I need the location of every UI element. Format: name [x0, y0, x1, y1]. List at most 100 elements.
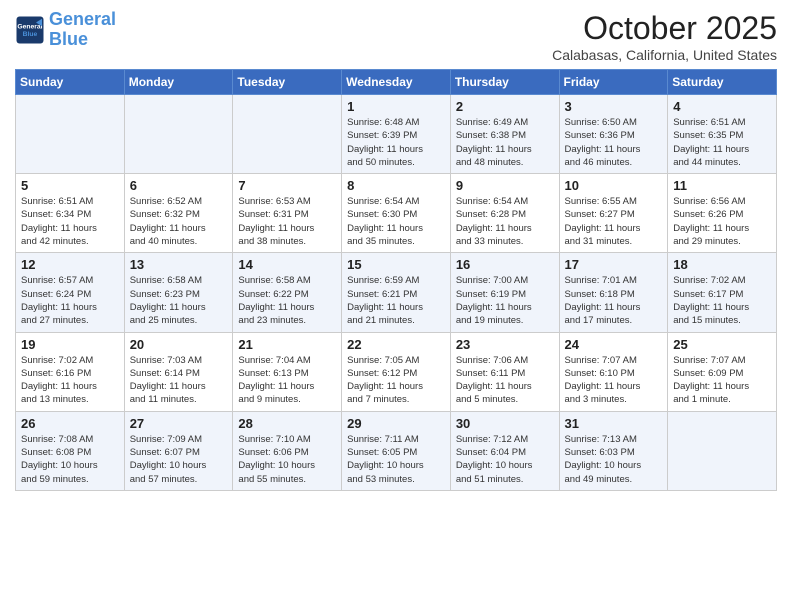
- day-info: Sunrise: 6:55 AM Sunset: 6:27 PM Dayligh…: [565, 195, 663, 248]
- table-row: 17 Sunrise: 7:01 AM Sunset: 6:18 PM Dayli…: [559, 253, 668, 332]
- table-row: 20 Sunrise: 7:03 AM Sunset: 6:14 PM Dayli…: [124, 332, 233, 411]
- table-row: 28 Sunrise: 7:10 AM Sunset: 6:06 PM Dayli…: [233, 411, 342, 490]
- table-row: 4Sunrise: 6:51 AM Sunset: 6:35 PM Daylig…: [668, 95, 777, 174]
- day-number: 1: [347, 99, 445, 114]
- logo-text: General Blue: [49, 10, 116, 50]
- day-info: Sunrise: 7:10 AM Sunset: 6:06 PM Dayligh…: [238, 433, 336, 486]
- day-number: 13: [130, 257, 228, 272]
- table-row: [124, 95, 233, 174]
- table-row: 16Sunrise: 7:00 AM Sunset: 6:19 PM Dayli…: [450, 253, 559, 332]
- day-number: 5: [21, 178, 119, 193]
- col-wednesday: Wednesday: [342, 70, 451, 95]
- day-number: 15: [347, 257, 445, 272]
- month-title: October 2025: [552, 10, 777, 47]
- table-row: 26Sunrise: 7:08 AM Sunset: 6:08 PM Dayli…: [16, 411, 125, 490]
- table-row: 30Sunrise: 7:12 AM Sunset: 6:04 PM Dayli…: [450, 411, 559, 490]
- day-number: 6: [130, 178, 228, 193]
- table-row: 3 Sunrise: 6:50 AM Sunset: 6:36 PM Daylig…: [559, 95, 668, 174]
- day-number: 28: [238, 416, 336, 431]
- day-info: Sunrise: 7:02 AM Sunset: 6:16 PM Dayligh…: [21, 354, 119, 407]
- calendar-week-row: 1 Sunrise: 6:48 AM Sunset: 6:39 PM Daylig…: [16, 95, 777, 174]
- table-row: 15 Sunrise: 6:59 AM Sunset: 6:21 PM Dayli…: [342, 253, 451, 332]
- day-info: Sunrise: 7:08 AM Sunset: 6:08 PM Dayligh…: [21, 433, 119, 486]
- table-row: 8 Sunrise: 6:54 AM Sunset: 6:30 PM Daylig…: [342, 174, 451, 253]
- day-number: 29: [347, 416, 445, 431]
- table-row: [668, 411, 777, 490]
- table-row: 6 Sunrise: 6:52 AM Sunset: 6:32 PM Daylig…: [124, 174, 233, 253]
- logo: General Blue General Blue: [15, 10, 116, 50]
- table-row: 24Sunrise: 7:07 AM Sunset: 6:10 PM Dayli…: [559, 332, 668, 411]
- day-number: 31: [565, 416, 663, 431]
- day-info: Sunrise: 6:51 AM Sunset: 6:34 PM Dayligh…: [21, 195, 119, 248]
- day-info: Sunrise: 6:49 AM Sunset: 6:38 PM Dayligh…: [456, 116, 554, 169]
- day-info: Sunrise: 6:58 AM Sunset: 6:22 PM Dayligh…: [238, 274, 336, 327]
- svg-text:General: General: [17, 23, 42, 30]
- table-row: 19 Sunrise: 7:02 AM Sunset: 6:16 PM Dayli…: [16, 332, 125, 411]
- day-info: Sunrise: 6:48 AM Sunset: 6:39 PM Dayligh…: [347, 116, 445, 169]
- day-number: 4: [673, 99, 771, 114]
- day-info: Sunrise: 7:07 AM Sunset: 6:09 PM Dayligh…: [673, 354, 771, 407]
- day-info: Sunrise: 7:02 AM Sunset: 6:17 PM Dayligh…: [673, 274, 771, 327]
- day-info: Sunrise: 6:50 AM Sunset: 6:36 PM Dayligh…: [565, 116, 663, 169]
- day-number: 22: [347, 337, 445, 352]
- svg-text:Blue: Blue: [23, 31, 38, 38]
- day-info: Sunrise: 6:57 AM Sunset: 6:24 PM Dayligh…: [21, 274, 119, 327]
- col-monday: Monday: [124, 70, 233, 95]
- day-number: 17: [565, 257, 663, 272]
- location: Calabasas, California, United States: [552, 47, 777, 63]
- day-number: 16: [456, 257, 554, 272]
- col-thursday: Thursday: [450, 70, 559, 95]
- calendar-week-row: 26Sunrise: 7:08 AM Sunset: 6:08 PM Dayli…: [16, 411, 777, 490]
- table-row: 21Sunrise: 7:04 AM Sunset: 6:13 PM Dayli…: [233, 332, 342, 411]
- day-number: 3: [565, 99, 663, 114]
- day-info: Sunrise: 7:04 AM Sunset: 6:13 PM Dayligh…: [238, 354, 336, 407]
- day-info: Sunrise: 6:54 AM Sunset: 6:30 PM Dayligh…: [347, 195, 445, 248]
- col-saturday: Saturday: [668, 70, 777, 95]
- table-row: 14 Sunrise: 6:58 AM Sunset: 6:22 PM Dayli…: [233, 253, 342, 332]
- day-number: 23: [456, 337, 554, 352]
- day-info: Sunrise: 6:52 AM Sunset: 6:32 PM Dayligh…: [130, 195, 228, 248]
- day-number: 14: [238, 257, 336, 272]
- day-info: Sunrise: 6:59 AM Sunset: 6:21 PM Dayligh…: [347, 274, 445, 327]
- day-info: Sunrise: 6:58 AM Sunset: 6:23 PM Dayligh…: [130, 274, 228, 327]
- table-row: 23 Sunrise: 7:06 AM Sunset: 6:11 PM Dayli…: [450, 332, 559, 411]
- day-info: Sunrise: 6:56 AM Sunset: 6:26 PM Dayligh…: [673, 195, 771, 248]
- day-info: Sunrise: 7:05 AM Sunset: 6:12 PM Dayligh…: [347, 354, 445, 407]
- day-number: 8: [347, 178, 445, 193]
- col-friday: Friday: [559, 70, 668, 95]
- table-row: 13 Sunrise: 6:58 AM Sunset: 6:23 PM Dayli…: [124, 253, 233, 332]
- day-number: 20: [130, 337, 228, 352]
- day-number: 25: [673, 337, 771, 352]
- table-row: 11Sunrise: 6:56 AM Sunset: 6:26 PM Dayli…: [668, 174, 777, 253]
- table-row: 12Sunrise: 6:57 AM Sunset: 6:24 PM Dayli…: [16, 253, 125, 332]
- day-info: Sunrise: 7:03 AM Sunset: 6:14 PM Dayligh…: [130, 354, 228, 407]
- table-row: 5 Sunrise: 6:51 AM Sunset: 6:34 PM Daylig…: [16, 174, 125, 253]
- table-row: 9Sunrise: 6:54 AM Sunset: 6:28 PM Daylig…: [450, 174, 559, 253]
- day-info: Sunrise: 6:53 AM Sunset: 6:31 PM Dayligh…: [238, 195, 336, 248]
- logo-line2: Blue: [49, 29, 88, 49]
- day-number: 19: [21, 337, 119, 352]
- day-info: Sunrise: 7:12 AM Sunset: 6:04 PM Dayligh…: [456, 433, 554, 486]
- col-tuesday: Tuesday: [233, 70, 342, 95]
- day-info: Sunrise: 7:09 AM Sunset: 6:07 PM Dayligh…: [130, 433, 228, 486]
- logo-line1: General: [49, 9, 116, 29]
- table-row: [233, 95, 342, 174]
- table-row: 18 Sunrise: 7:02 AM Sunset: 6:17 PM Dayli…: [668, 253, 777, 332]
- day-info: Sunrise: 7:01 AM Sunset: 6:18 PM Dayligh…: [565, 274, 663, 327]
- table-row: 27 Sunrise: 7:09 AM Sunset: 6:07 PM Dayli…: [124, 411, 233, 490]
- day-info: Sunrise: 7:07 AM Sunset: 6:10 PM Dayligh…: [565, 354, 663, 407]
- col-sunday: Sunday: [16, 70, 125, 95]
- table-row: 29Sunrise: 7:11 AM Sunset: 6:05 PM Dayli…: [342, 411, 451, 490]
- day-number: 27: [130, 416, 228, 431]
- day-info: Sunrise: 7:13 AM Sunset: 6:03 PM Dayligh…: [565, 433, 663, 486]
- calendar-week-row: 12Sunrise: 6:57 AM Sunset: 6:24 PM Dayli…: [16, 253, 777, 332]
- calendar-table: Sunday Monday Tuesday Wednesday Thursday…: [15, 69, 777, 491]
- table-row: 25 Sunrise: 7:07 AM Sunset: 6:09 PM Dayli…: [668, 332, 777, 411]
- table-row: 22 Sunrise: 7:05 AM Sunset: 6:12 PM Dayli…: [342, 332, 451, 411]
- calendar-week-row: 5 Sunrise: 6:51 AM Sunset: 6:34 PM Daylig…: [16, 174, 777, 253]
- table-row: 7Sunrise: 6:53 AM Sunset: 6:31 PM Daylig…: [233, 174, 342, 253]
- day-number: 18: [673, 257, 771, 272]
- day-info: Sunrise: 6:54 AM Sunset: 6:28 PM Dayligh…: [456, 195, 554, 248]
- day-info: Sunrise: 7:06 AM Sunset: 6:11 PM Dayligh…: [456, 354, 554, 407]
- title-area: October 2025 Calabasas, California, Unit…: [552, 10, 777, 63]
